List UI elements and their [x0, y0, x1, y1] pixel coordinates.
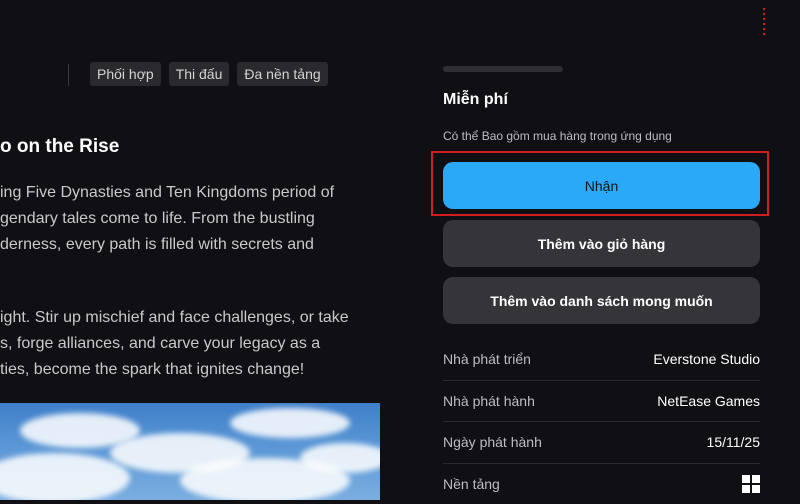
add-to-cart-button[interactable]: Thêm vào giỏ hàng: [443, 220, 760, 267]
divider: [68, 64, 69, 86]
tag-list: Phối hợp Thi đấu Đa nền tảng: [90, 62, 328, 86]
tag-competitive[interactable]: Thi đấu: [169, 62, 230, 86]
release-date-label: Ngày phát hành: [443, 434, 542, 450]
description-heading: o on the Rise: [0, 136, 119, 158]
publisher-row: Nhà phát hành NetEase Games: [443, 381, 760, 423]
price-label: Miễn phí: [443, 91, 508, 109]
release-date-row: Ngày phát hành 15/11/25: [443, 422, 760, 464]
highlight-box: [431, 151, 769, 216]
paragraph-line: ties, become the spark that ignites chan…: [0, 357, 400, 383]
publisher-value: NetEase Games: [657, 393, 760, 409]
game-screenshot-image[interactable]: [0, 403, 380, 500]
paragraph-line: ing Five Dynasties and Ten Kingdoms peri…: [0, 180, 400, 206]
description-paragraph-1: ing Five Dynasties and Ten Kingdoms peri…: [0, 180, 400, 258]
tag-coop[interactable]: Phối hợp: [90, 62, 161, 86]
in-app-purchase-note: Có thể Bao gồm mua hàng trong ứng dụng: [443, 129, 672, 143]
paragraph-line: ight. Stir up mischief and face challeng…: [0, 305, 400, 331]
developer-value: Everstone Studio: [653, 351, 760, 367]
paragraph-line: s, forge alliances, and carve your legac…: [0, 331, 400, 357]
paragraph-line: gendary tales come to life. From the bus…: [0, 206, 400, 232]
platform-row: Nền tảng: [443, 464, 760, 504]
game-info-list: Nhà phát triển Everstone Studio Nhà phát…: [443, 339, 760, 504]
developer-row: Nhà phát triển Everstone Studio: [443, 339, 760, 381]
developer-label: Nhà phát triển: [443, 351, 531, 367]
description-panel: Phối hợp Thi đấu Đa nền tảng o on the Ri…: [0, 0, 410, 500]
placeholder-bar: [443, 66, 563, 72]
platform-label: Nền tảng: [443, 476, 500, 492]
windows-icon: [742, 475, 760, 493]
tag-crossplatform[interactable]: Đa nền tảng: [237, 62, 327, 86]
description-paragraph-2: ight. Stir up mischief and face challeng…: [0, 305, 400, 383]
release-date-value: 15/11/25: [707, 434, 760, 450]
add-to-wishlist-button[interactable]: Thêm vào danh sách mong muốn: [443, 277, 760, 324]
paragraph-line: derness, every path is filled with secre…: [0, 232, 400, 258]
publisher-label: Nhà phát hành: [443, 393, 535, 409]
scroll-indicator: [763, 8, 765, 38]
